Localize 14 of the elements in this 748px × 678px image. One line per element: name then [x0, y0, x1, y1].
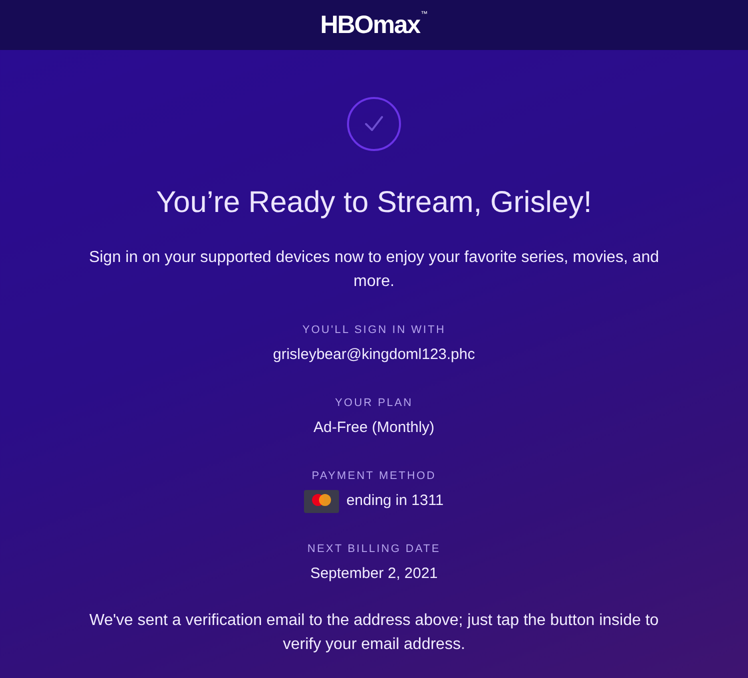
detail-label: YOUR PLAN	[334, 396, 413, 411]
page-title: You’re Ready to Stream, Grisley!	[156, 185, 592, 221]
detail-value: September 2, 2021	[310, 564, 438, 584]
detail-label: PAYMENT METHOD	[312, 469, 436, 484]
detail-label: NEXT BILLING DATE	[307, 542, 441, 557]
detail-label: YOU'LL SIGN IN WITH	[302, 323, 446, 338]
verification-note: We've sent a verification email to the address above; just tap the button inside to verify your email address.	[88, 611, 660, 655]
card-icon	[304, 490, 340, 512]
brand-logo: HBOmax	[320, 11, 420, 39]
detail-value: Ad-Free (Monthly)	[314, 418, 434, 438]
intro-text: Sign in on your supported devices now to enjoy your favorite series, movies, and more.	[88, 248, 660, 292]
detail-value: grisleybear@kingdoml123.phc	[272, 345, 475, 365]
detail-value: ending in 1311	[346, 491, 444, 511]
check-circle-icon	[346, 96, 402, 152]
